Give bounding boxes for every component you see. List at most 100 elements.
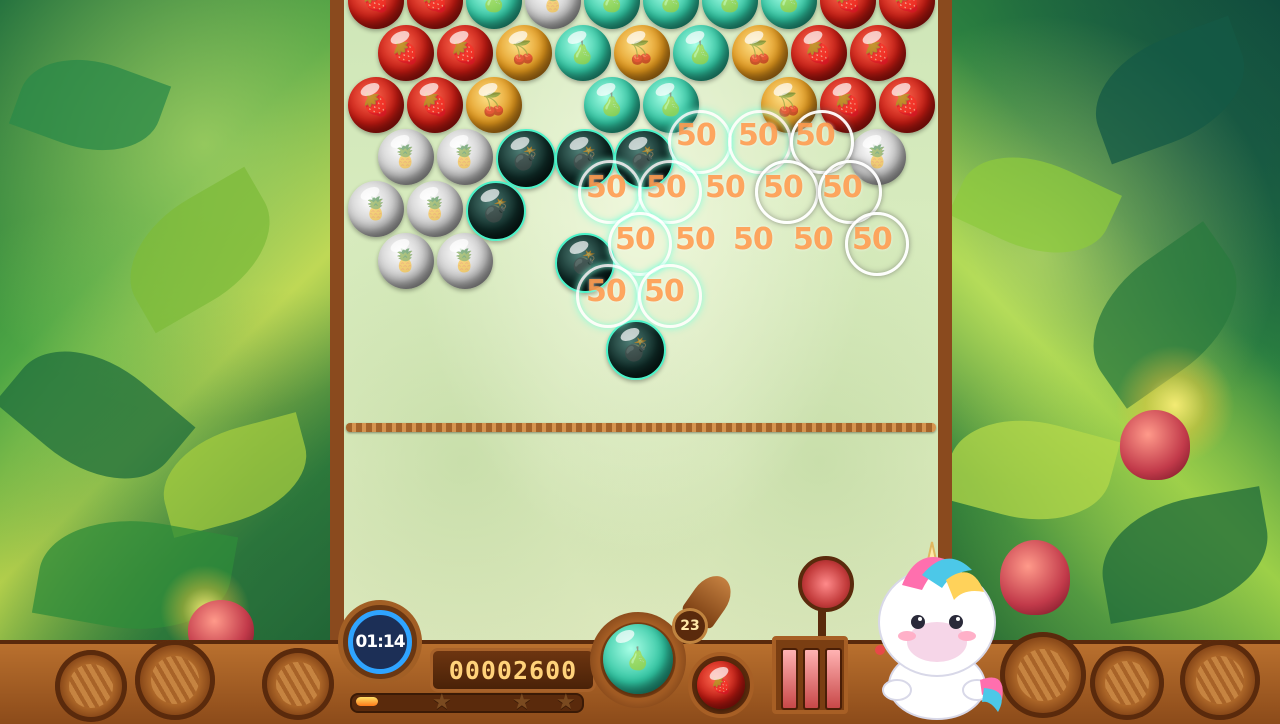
- red-bubble: 🍓: [377, 25, 434, 81]
- bomb-icon: 💣: [482, 198, 510, 224]
- shots-left-badge: 23: [672, 608, 708, 644]
- strawberry-icon: 🍓: [834, 0, 862, 14]
- pineapple-icon: 🍍: [539, 0, 567, 14]
- timer-text: 01:14: [355, 632, 405, 652]
- red-bubble: 🍓: [436, 25, 493, 81]
- timer-dial: 01:14: [348, 610, 412, 674]
- strawberry-icon: 🍓: [804, 40, 833, 66]
- teal-bubble: 🍐: [672, 25, 729, 81]
- silver-bubble: 🍍: [436, 233, 493, 289]
- leaf-decoration: [105, 166, 295, 334]
- strawberry-icon: 🍓: [863, 40, 892, 66]
- pear-icon: 🍐: [657, 0, 685, 14]
- strawberry-icon: 🍓: [421, 92, 449, 118]
- score-popup: 50: [733, 222, 774, 257]
- score-popup: 50: [763, 170, 804, 205]
- pear-icon: 🍐: [686, 40, 715, 66]
- score-popup: 50: [586, 170, 627, 205]
- strawberry-icon: 🍓: [893, 92, 921, 118]
- leaf-decoration: [948, 132, 1122, 278]
- pear-icon: 🍐: [775, 0, 803, 14]
- leaf-decoration: [1077, 15, 1263, 165]
- score-popup: 50: [586, 274, 627, 309]
- strawberry-icon: 🍓: [391, 40, 420, 66]
- score-value: 00002600: [448, 655, 578, 685]
- score-popup: 50: [738, 118, 779, 153]
- pineapple-icon: 🍍: [450, 144, 479, 170]
- flower-bud-icon: [1120, 410, 1190, 480]
- red-bubble: 🍓: [348, 77, 404, 133]
- strawberry-icon: 🍓: [711, 675, 731, 695]
- strawberry-icon: 🍓: [421, 0, 449, 14]
- timer-display: 01:14: [338, 600, 422, 684]
- leaf-decoration: [1091, 486, 1279, 624]
- progress-star-icon: ★: [556, 690, 576, 715]
- pear-icon: 🍐: [568, 40, 597, 66]
- teal-bubble: 🍐: [584, 77, 640, 133]
- black-bubble: 💣: [495, 129, 556, 189]
- silver-bubble: 🍍: [377, 233, 434, 289]
- level-progress-bar: [350, 693, 584, 713]
- gold-bubble: 🍒: [466, 77, 522, 133]
- gear-icon: [55, 650, 127, 722]
- leaf-decoration: [939, 400, 1121, 540]
- score-popup: 50: [793, 222, 834, 257]
- cherry-icon: 🍒: [775, 92, 803, 118]
- silver-bubble: 🍍: [436, 129, 493, 185]
- pineapple-icon: 🍍: [391, 144, 420, 170]
- pineapple-icon: 🍍: [450, 248, 479, 274]
- pineapple-icon: 🍍: [362, 196, 390, 222]
- gold-bubble: 🍒: [613, 25, 670, 81]
- cherry-icon: 🍒: [745, 40, 774, 66]
- leaf-decoration: [8, 38, 172, 172]
- pineapple-icon: 🍍: [421, 196, 449, 222]
- silver-bubble: 🍍: [407, 181, 463, 237]
- unicorn-mascot: [875, 541, 1003, 720]
- score-popup: 50: [705, 170, 746, 205]
- black-bubble: 💣: [606, 320, 666, 380]
- pear-icon: 🍐: [716, 0, 744, 14]
- progress-star-icon: ★: [432, 690, 452, 715]
- pear-icon: 🍐: [480, 0, 508, 14]
- black-bubble: 💣: [466, 181, 526, 241]
- score-popup: 50: [675, 222, 716, 257]
- gauge-bar: [825, 648, 842, 710]
- current-bubble[interactable]: 🍐: [603, 624, 673, 694]
- gear-icon: [1000, 632, 1086, 718]
- progress-star-icon: ★: [512, 690, 532, 715]
- score-popup: 50: [676, 118, 717, 153]
- teal-bubble: 🍐: [554, 25, 611, 81]
- cherry-icon: 🍒: [627, 40, 656, 66]
- strawberry-icon: 🍓: [450, 40, 479, 66]
- score-popup: 50: [822, 170, 863, 205]
- gauge-bar: [781, 648, 798, 710]
- level-progress-fill: [356, 697, 378, 706]
- red-bubble: 🍓: [849, 25, 906, 81]
- cherry-icon: 🍒: [509, 40, 538, 66]
- pineapple-icon: 🍍: [391, 248, 420, 274]
- pear-icon: 🍐: [657, 92, 685, 118]
- score-popup: 50: [852, 222, 893, 257]
- pear-icon: 🍐: [598, 0, 626, 14]
- red-bubble: 🍓: [790, 25, 847, 81]
- next-bubble[interactable]: 🍓: [697, 661, 745, 709]
- gold-bubble: 🍒: [731, 25, 788, 81]
- gold-bubble: 🍒: [495, 25, 552, 81]
- strawberry-icon: 🍓: [362, 92, 390, 118]
- score-popup: 50: [646, 170, 687, 205]
- strawberry-icon: 🍓: [893, 0, 921, 14]
- score-panel: 00002600: [430, 648, 596, 692]
- pause-lever-button[interactable]: [798, 556, 854, 612]
- score-popup: 50: [795, 118, 836, 153]
- gear-icon: [1090, 646, 1164, 720]
- red-bubble: 🍓: [407, 77, 463, 133]
- silver-bubble: 🍍: [377, 129, 434, 185]
- pear-icon: 🍐: [598, 92, 626, 118]
- silver-bubble: 🍍: [348, 181, 404, 237]
- gear-icon: [1180, 640, 1260, 720]
- bomb-icon: 💣: [511, 146, 540, 172]
- strawberry-icon: 🍓: [362, 0, 390, 14]
- pear-icon: 🍐: [624, 646, 652, 672]
- gauge-bar: [803, 648, 820, 710]
- gear-icon: [135, 640, 215, 720]
